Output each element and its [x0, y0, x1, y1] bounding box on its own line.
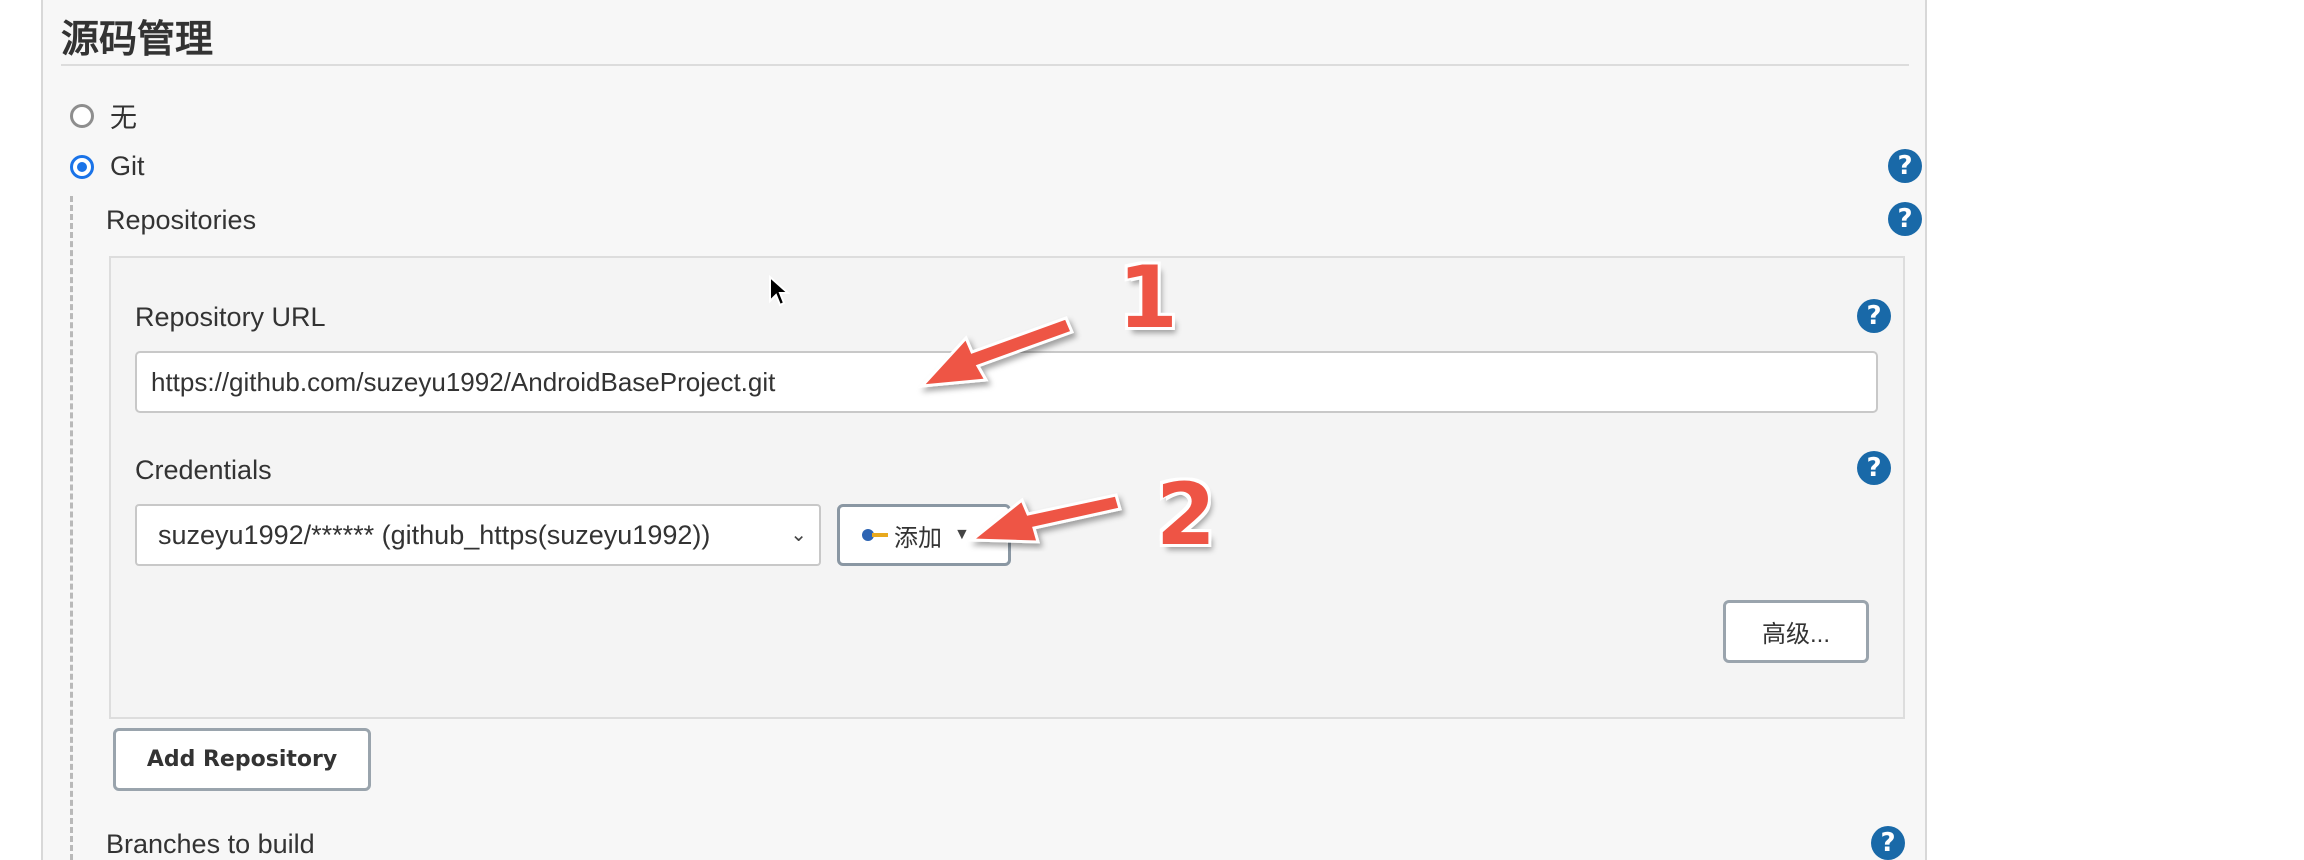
scm-option-none-label: 无 — [110, 103, 137, 133]
help-icon[interactable]: ? — [1857, 299, 1891, 333]
advanced-button[interactable]: 高级... — [1723, 600, 1869, 663]
annotation-number-2: 2 — [1156, 465, 1216, 565]
section-title: 源码管理 — [61, 17, 214, 61]
credentials-selected-value: suzeyu1992/****** (github_https(suzeyu19… — [158, 520, 711, 550]
repositories-label: Repositories — [106, 205, 257, 235]
branches-to-build-label: Branches to build — [106, 829, 315, 859]
radio-none[interactable] — [70, 103, 94, 128]
scm-option-git[interactable]: Git — [70, 151, 145, 182]
repository-url-input[interactable]: https://github.com/suzeyu1992/AndroidBas… — [135, 351, 1878, 413]
scm-option-none[interactable]: 无 — [70, 96, 137, 135]
advanced-button-label: 高级... — [1761, 621, 1830, 648]
credentials-label: Credentials — [135, 455, 272, 485]
help-icon[interactable]: ? — [1857, 451, 1891, 485]
git-section-indent-line — [70, 196, 73, 860]
repository-url-label: Repository URL — [135, 302, 326, 332]
chevron-down-icon: ⌄ — [790, 524, 807, 546]
repository-box — [109, 256, 1905, 719]
annotation-number-1: 1 — [1118, 248, 1178, 348]
scm-option-git-label: Git — [110, 151, 145, 181]
help-icon[interactable]: ? — [1888, 149, 1922, 183]
caret-down-icon[interactable]: ▼ — [954, 526, 970, 544]
key-icon — [862, 527, 890, 543]
add-repository-button[interactable]: Add Repository — [113, 728, 371, 791]
add-credentials-button[interactable]: 添加 ▼ — [837, 504, 1011, 566]
help-icon[interactable]: ? — [1871, 826, 1905, 860]
credentials-select[interactable]: suzeyu1992/****** (github_https(suzeyu19… — [135, 504, 821, 566]
add-credentials-label: 添加 — [894, 524, 942, 552]
add-repository-label: Add Repository — [146, 747, 338, 772]
radio-git[interactable] — [70, 154, 94, 179]
mouse-cursor-icon — [769, 275, 790, 307]
help-icon[interactable]: ? — [1888, 202, 1922, 236]
title-divider — [61, 64, 1909, 66]
